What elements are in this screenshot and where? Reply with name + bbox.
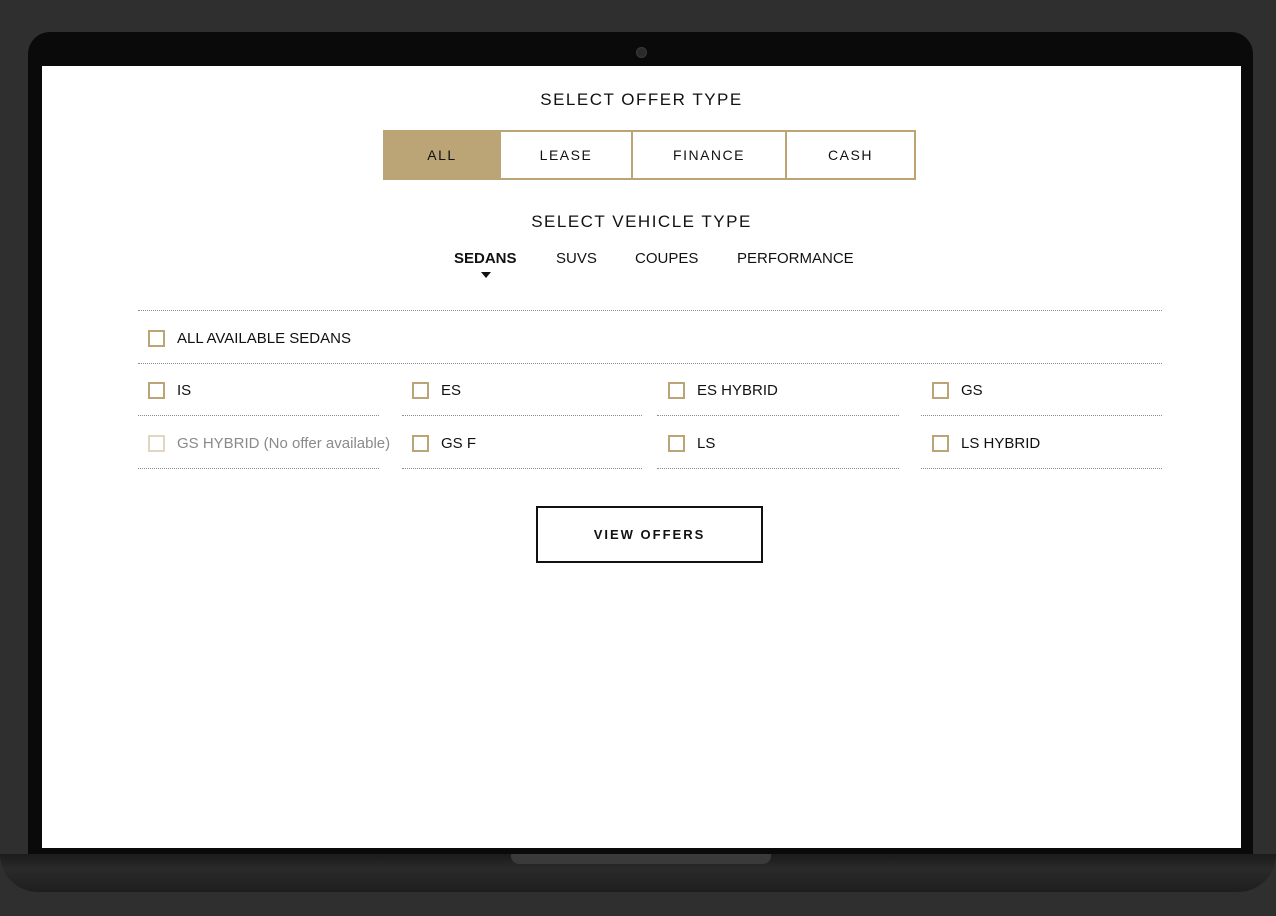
divider (138, 468, 379, 469)
vehicle-type-heading: SELECT VEHICLE TYPE (531, 212, 752, 231)
vehicle-tab-performance[interactable]: PERFORMANCE (737, 250, 854, 267)
model-option-is[interactable]: IS (148, 380, 191, 400)
model-label: LS (697, 434, 716, 452)
model-checkbox[interactable] (932, 434, 949, 452)
caret-down-icon (481, 272, 491, 278)
divider (402, 415, 642, 416)
divider (657, 415, 899, 416)
divider (657, 468, 899, 469)
divider (138, 363, 1162, 364)
vehicle-type-tabs: SEDANS SUVS COUPES PERFORMANCE (42, 250, 1241, 280)
divider (138, 415, 379, 416)
model-checkbox[interactable] (668, 434, 685, 452)
model-checkbox[interactable] (412, 381, 429, 399)
all-sedans-option[interactable]: ALL AVAILABLE SEDANS (148, 328, 351, 348)
vehicle-tab-suvs[interactable]: SUVS (556, 250, 597, 267)
model-checkbox[interactable] (668, 381, 685, 399)
model-label: GS HYBRID (No offer available) (177, 434, 391, 452)
view-offers-button[interactable]: VIEW OFFERS (536, 506, 763, 563)
model-label: GS (961, 381, 983, 399)
model-option-gs[interactable]: GS (932, 380, 983, 400)
offer-type-heading: SELECT OFFER TYPE (540, 90, 743, 109)
offer-tab-finance[interactable]: FINANCE (633, 132, 787, 178)
model-checkbox[interactable] (932, 381, 949, 399)
divider (402, 468, 642, 469)
divider (921, 415, 1162, 416)
offer-tab-all[interactable]: ALL (385, 132, 501, 178)
vehicle-tab-sedans[interactable]: SEDANS (454, 250, 517, 267)
divider (138, 310, 1162, 311)
model-label: IS (177, 381, 192, 399)
model-label: LS HYBRID (961, 434, 1041, 452)
offer-tab-lease[interactable]: LEASE (501, 132, 633, 178)
all-sedans-label: ALL AVAILABLE SEDANS (177, 329, 351, 347)
model-checkbox[interactable] (148, 381, 165, 399)
model-label: GS F (441, 434, 477, 452)
webcam-icon (636, 47, 647, 58)
all-sedans-checkbox[interactable] (148, 329, 165, 347)
model-label: ES HYBRID (697, 381, 778, 399)
model-option-es-hybrid[interactable]: ES HYBRID (668, 380, 778, 400)
laptop-notch (511, 854, 771, 864)
model-option-es[interactable]: ES (412, 380, 461, 400)
model-option-ls[interactable]: LS (668, 433, 715, 453)
vehicle-tab-coupes[interactable]: COUPES (635, 250, 698, 267)
model-option-ls-hybrid[interactable]: LS HYBRID (932, 433, 1040, 453)
model-option-gs-hybrid: GS HYBRID (No offer available) (148, 433, 390, 453)
model-option-gs-f[interactable]: GS F (412, 433, 476, 453)
model-checkbox[interactable] (412, 434, 429, 452)
model-checkbox (148, 434, 165, 452)
model-label: ES (441, 381, 462, 399)
divider (921, 468, 1162, 469)
offer-tab-cash[interactable]: CASH (787, 132, 914, 178)
offer-type-tabs: ALL LEASE FINANCE CASH (383, 130, 916, 180)
offer-filter-screen: SELECT OFFER TYPE ALL LEASE FINANCE CASH… (42, 66, 1241, 848)
